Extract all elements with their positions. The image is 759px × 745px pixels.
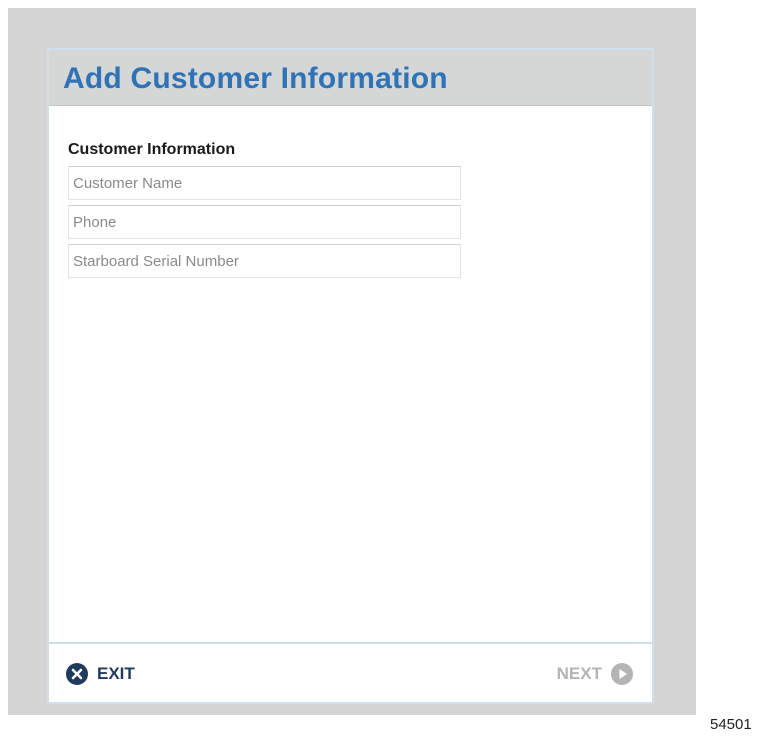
app-screen: Add Customer Information Customer Inform… [8, 8, 696, 715]
starboard-serial-number-field[interactable] [68, 244, 461, 278]
phone-field[interactable] [68, 205, 461, 239]
add-customer-dialog: Add Customer Information Customer Inform… [47, 48, 654, 704]
customer-name-field[interactable] [68, 166, 461, 200]
exit-label: EXIT [97, 664, 135, 683]
exit-button[interactable]: EXIT [66, 662, 135, 686]
dialog-header: Add Customer Information [49, 50, 652, 106]
play-circle-icon [611, 663, 633, 685]
next-button[interactable]: NEXT [557, 662, 633, 686]
close-circle-icon [66, 663, 88, 685]
dialog-title: Add Customer Information [63, 62, 448, 95]
figure-number: 54501 [710, 716, 752, 733]
next-label: NEXT [556, 664, 602, 683]
customer-information-label: Customer Information [68, 141, 236, 158]
footer-divider [49, 642, 652, 644]
